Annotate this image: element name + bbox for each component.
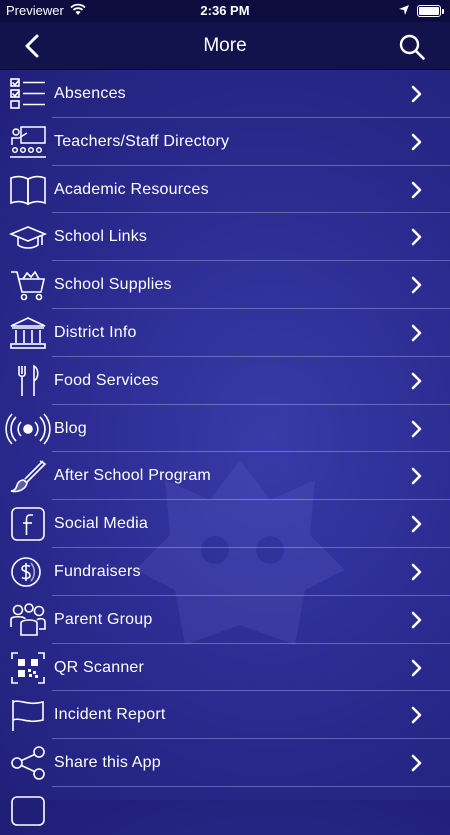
chevron-right-icon bbox=[411, 324, 422, 342]
chevron-right-icon bbox=[411, 515, 422, 533]
menu-item-fundraisers[interactable]: Fundraisers bbox=[0, 548, 450, 596]
flag-icon bbox=[12, 700, 44, 732]
chevron-right-icon bbox=[411, 563, 422, 581]
chevron-right-icon bbox=[411, 85, 422, 103]
facebook-icon bbox=[11, 507, 45, 541]
chevron-right-icon bbox=[411, 276, 422, 294]
chevron-right-icon bbox=[411, 420, 422, 437]
menu-item-label: Incident Report bbox=[54, 706, 166, 724]
people-group-icon bbox=[10, 602, 46, 636]
menu-item-qr-scanner[interactable]: QR Scanner bbox=[0, 644, 450, 692]
menu-item-label: Blog bbox=[54, 419, 87, 437]
menu-item-label: Share this App bbox=[54, 754, 161, 772]
building-icon bbox=[10, 317, 46, 349]
chevron-right-icon bbox=[411, 229, 422, 246]
paintbrush-icon bbox=[10, 460, 47, 493]
menu-item-teachers-staff-directory[interactable]: Teachers/Staff Directory bbox=[0, 118, 450, 166]
menu-item-district-info[interactable]: District Info bbox=[0, 309, 450, 357]
menu-item-share-this-app[interactable]: Share this App bbox=[0, 739, 450, 787]
menu-item-label: Academic Resources bbox=[54, 180, 209, 198]
menu-item-label: QR Scanner bbox=[54, 658, 145, 676]
menu-item-label: After School Program bbox=[54, 467, 211, 485]
teacher-icon bbox=[10, 126, 46, 158]
menu-item-food-services[interactable]: Food Services bbox=[0, 357, 450, 405]
menu-item-label: Absences bbox=[54, 85, 126, 102]
navigation-bar: More bbox=[0, 22, 450, 70]
menu-item-academic-resources[interactable]: Academic Resources bbox=[0, 166, 450, 214]
menu-item-absences[interactable]: Absences bbox=[0, 70, 450, 118]
chevron-right-icon bbox=[411, 133, 422, 151]
menu-item-label: Food Services bbox=[54, 371, 159, 389]
menu-item-partial[interactable] bbox=[0, 787, 450, 835]
menu-item-label: Social Media bbox=[54, 515, 149, 533]
menu-item-label: District Info bbox=[54, 323, 137, 341]
share-icon bbox=[11, 746, 45, 780]
menu-item-label: Parent Group bbox=[54, 610, 153, 628]
menu-item-school-supplies[interactable]: School Supplies bbox=[0, 261, 450, 309]
menu-item-parent-group[interactable]: Parent Group bbox=[0, 596, 450, 644]
book-icon bbox=[10, 175, 46, 205]
more-menu-list: Absences Teachers/Staff Directory Academ… bbox=[0, 70, 450, 835]
location-arrow-icon bbox=[399, 5, 409, 15]
fork-knife-icon bbox=[18, 364, 39, 396]
chevron-right-icon bbox=[411, 372, 422, 390]
checklist-icon bbox=[10, 78, 45, 109]
menu-item-blog[interactable]: Blog bbox=[0, 405, 450, 453]
menu-item-label: School Supplies bbox=[54, 276, 172, 294]
broadcast-icon bbox=[5, 413, 51, 445]
chevron-right-icon bbox=[411, 611, 422, 629]
menu-item-social-media[interactable]: Social Media bbox=[0, 500, 450, 548]
qr-code-icon bbox=[11, 651, 45, 684]
shopping-cart-icon bbox=[11, 270, 46, 301]
status-time: 2:36 PM bbox=[200, 3, 250, 18]
menu-item-school-links[interactable]: School Links bbox=[0, 213, 450, 262]
menu-item-label: Fundraisers bbox=[54, 562, 141, 580]
status-bar: Previewer 2:36 PM bbox=[0, 0, 450, 22]
search-icon[interactable] bbox=[398, 33, 426, 61]
chevron-right-icon bbox=[411, 181, 422, 198]
chevron-right-icon bbox=[411, 707, 422, 724]
partial-icon bbox=[11, 796, 45, 826]
chevron-right-icon bbox=[411, 659, 422, 676]
menu-item-label: School Links bbox=[54, 228, 148, 246]
menu-item-incident-report[interactable]: Incident Report bbox=[0, 691, 450, 740]
page-title: More bbox=[203, 35, 247, 56]
battery-icon bbox=[417, 5, 441, 17]
battery-tip bbox=[442, 9, 444, 14]
chevron-right-icon bbox=[411, 468, 422, 485]
menu-item-label: Teachers/Staff Directory bbox=[54, 132, 230, 150]
chevron-right-icon bbox=[411, 754, 422, 772]
graduation-cap-icon bbox=[8, 226, 48, 250]
dollar-coin-icon bbox=[11, 557, 41, 587]
menu-item-after-school-program[interactable]: After School Program bbox=[0, 452, 450, 501]
